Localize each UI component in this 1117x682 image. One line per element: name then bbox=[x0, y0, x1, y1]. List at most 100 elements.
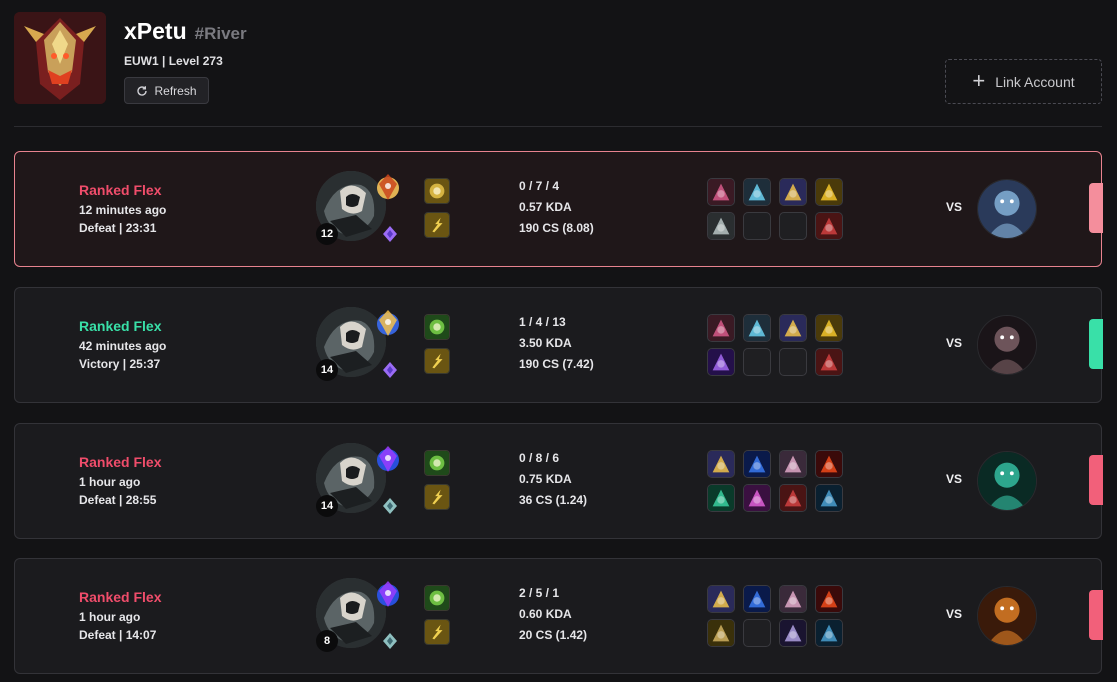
link-account-label: Link Account bbox=[995, 73, 1075, 90]
gold-item-icon[interactable] bbox=[815, 178, 843, 206]
boots-item-icon[interactable] bbox=[815, 212, 843, 240]
level: Level 273 bbox=[168, 54, 223, 68]
flash-icon bbox=[424, 484, 450, 510]
time-ago: 1 hour ago bbox=[79, 610, 141, 624]
kda-score: 2 / 5 / 1 bbox=[519, 586, 560, 600]
ghost-icon bbox=[424, 450, 450, 476]
resolve-rune-icon bbox=[381, 632, 399, 650]
result-indicator-bar bbox=[1089, 455, 1103, 505]
boots-item-icon[interactable] bbox=[779, 484, 807, 512]
champion-level: 8 bbox=[316, 630, 338, 652]
result-indicator-bar bbox=[1089, 183, 1103, 233]
vs-label: VS bbox=[946, 200, 963, 214]
queue-type: Ranked Flex bbox=[79, 182, 162, 198]
match-result-duration: Defeat | 23:31 bbox=[79, 221, 157, 235]
dagger-item-icon[interactable] bbox=[707, 178, 735, 206]
profile-header: xPetu #River EUW1 | Level 273 Refresh + … bbox=[0, 0, 1117, 127]
boots-item-icon[interactable] bbox=[815, 348, 843, 376]
dagger-item-icon[interactable] bbox=[707, 314, 735, 342]
resolve-rune-icon bbox=[381, 497, 399, 515]
empty-item-slot bbox=[779, 348, 807, 376]
pickaxe-item-icon[interactable] bbox=[707, 212, 735, 240]
result-indicator-bar bbox=[1089, 319, 1103, 369]
empty-item-slot bbox=[743, 348, 771, 376]
sorcery-rune-icon bbox=[381, 361, 399, 379]
match-result-duration: Defeat | 28:55 bbox=[79, 493, 157, 507]
kda-score: 0 / 8 / 6 bbox=[519, 451, 560, 465]
vs-label: VS bbox=[946, 472, 963, 486]
electrocute-rune-icon bbox=[373, 170, 403, 204]
teleport-icon bbox=[424, 178, 450, 204]
boots-blue-item-icon[interactable] bbox=[779, 619, 807, 647]
header-divider bbox=[14, 126, 1102, 127]
zap-item-icon[interactable] bbox=[743, 314, 771, 342]
match-card[interactable]: Ranked Flex 12 minutes ago Defeat | 23:31 1… bbox=[14, 151, 1103, 267]
queue-type: Ranked Flex bbox=[79, 318, 162, 334]
pig-item-icon[interactable] bbox=[779, 585, 807, 613]
blossom-item-icon[interactable] bbox=[743, 484, 771, 512]
plus-icon: + bbox=[972, 67, 986, 93]
volcano-item-icon[interactable] bbox=[815, 585, 843, 613]
orb-item-icon[interactable] bbox=[707, 585, 735, 613]
pig-item-icon[interactable] bbox=[779, 450, 807, 478]
empty-item-slot bbox=[743, 619, 771, 647]
opponent-champion-orange-icon bbox=[977, 586, 1037, 646]
match-card[interactable]: Ranked Flex 1 hour ago Defeat | 28:55 14 0 /… bbox=[14, 423, 1103, 539]
tag-line: #River bbox=[194, 24, 247, 43]
region-level: EUW1 | Level 273 bbox=[124, 54, 223, 68]
ghost-icon bbox=[424, 314, 450, 340]
kda-score: 0 / 7 / 4 bbox=[519, 179, 560, 193]
kda-ratio: 3.50 KDA bbox=[519, 336, 572, 350]
match-result-duration: Defeat | 14:07 bbox=[79, 628, 157, 642]
link-account-button[interactable]: + Link Account bbox=[945, 59, 1102, 104]
teardrop-item-icon[interactable] bbox=[743, 585, 771, 613]
refresh-icon bbox=[137, 85, 148, 96]
jade-item-icon[interactable] bbox=[707, 484, 735, 512]
refresh-button[interactable]: Refresh bbox=[124, 77, 209, 104]
queue-type: Ranked Flex bbox=[79, 589, 162, 605]
summoner-name-row: xPetu #River bbox=[124, 18, 247, 45]
flash-icon bbox=[424, 212, 450, 238]
opponent-champion-blue-icon bbox=[977, 179, 1037, 239]
zap-item-icon[interactable] bbox=[743, 178, 771, 206]
match-card[interactable]: Ranked Flex 42 minutes ago Victory | 25:37… bbox=[14, 287, 1103, 403]
vs-label: VS bbox=[946, 607, 963, 621]
amethyst-item-icon[interactable] bbox=[707, 348, 735, 376]
match-card[interactable]: Ranked Flex 1 hour ago Defeat | 14:07 8 2 / … bbox=[14, 558, 1103, 674]
creep-score: 36 CS (1.24) bbox=[519, 493, 588, 507]
empty-item-slot bbox=[779, 212, 807, 240]
profile-avatar bbox=[14, 12, 106, 104]
vs-label: VS bbox=[946, 336, 963, 350]
guardian-rune-icon bbox=[373, 577, 403, 611]
orb-item-icon[interactable] bbox=[779, 178, 807, 206]
ward-item-icon[interactable] bbox=[815, 484, 843, 512]
opponent-champion-green-icon bbox=[977, 451, 1037, 511]
queue-type: Ranked Flex bbox=[79, 454, 162, 470]
ghost-icon bbox=[424, 585, 450, 611]
teardrop-item-icon[interactable] bbox=[743, 450, 771, 478]
kda-score: 1 / 4 / 13 bbox=[519, 315, 566, 329]
kda-ratio: 0.60 KDA bbox=[519, 607, 572, 621]
region: EUW1 bbox=[124, 54, 159, 68]
kda-ratio: 0.75 KDA bbox=[519, 472, 572, 486]
game-name: xPetu bbox=[124, 18, 187, 44]
time-ago: 42 minutes ago bbox=[79, 339, 167, 353]
guardian-rune-icon bbox=[373, 442, 403, 476]
flash-icon bbox=[424, 348, 450, 374]
volcano-item-icon[interactable] bbox=[815, 450, 843, 478]
ward-item-icon[interactable] bbox=[815, 619, 843, 647]
orb-item-icon[interactable] bbox=[707, 450, 735, 478]
flash-icon bbox=[424, 619, 450, 645]
creep-score: 190 CS (7.42) bbox=[519, 357, 594, 371]
time-ago: 12 minutes ago bbox=[79, 203, 167, 217]
armor-item-icon[interactable] bbox=[707, 619, 735, 647]
orb-item-icon[interactable] bbox=[779, 314, 807, 342]
creep-score: 190 CS (8.08) bbox=[519, 221, 594, 235]
champion-level: 12 bbox=[316, 223, 338, 245]
sorcery-rune-icon bbox=[381, 225, 399, 243]
empty-item-slot bbox=[743, 212, 771, 240]
arcane-comet-rune-icon bbox=[373, 306, 403, 340]
opponent-champion-dark-icon bbox=[977, 315, 1037, 375]
gold-item-icon[interactable] bbox=[815, 314, 843, 342]
match-result-duration: Victory | 25:37 bbox=[79, 357, 161, 371]
